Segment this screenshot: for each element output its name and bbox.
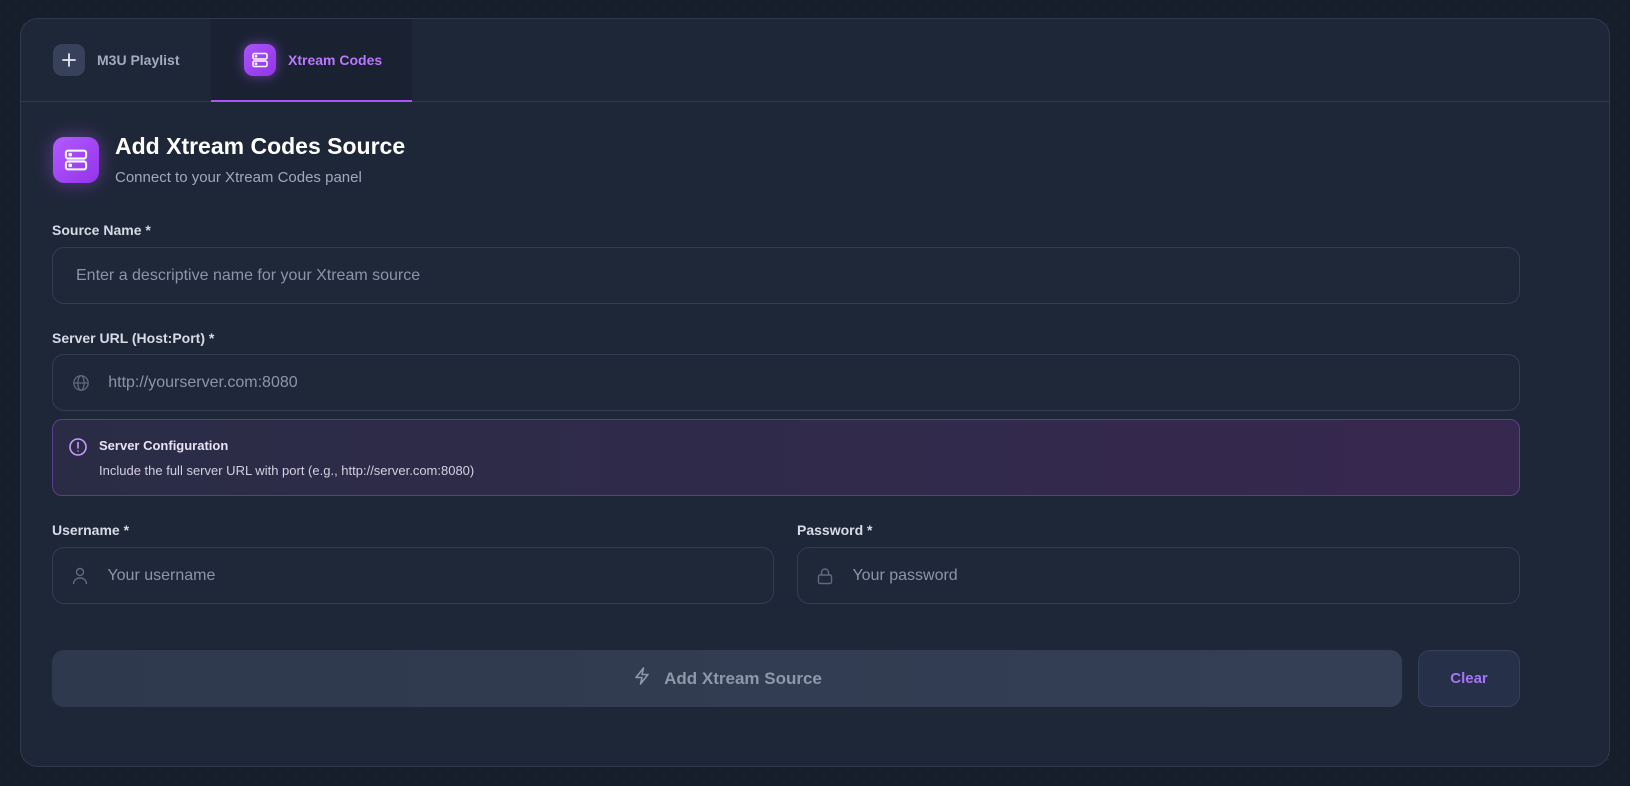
- server-icon: [53, 137, 99, 183]
- server-url-input[interactable]: [106, 372, 1519, 393]
- tab-xtream-label: Xtream Codes: [288, 52, 383, 68]
- page-subtitle: Connect to your Xtream Codes panel: [115, 169, 362, 186]
- page-title: Add Xtream Codes Source: [115, 133, 406, 159]
- server-icon: [244, 44, 276, 76]
- info-title: Server Configuration: [99, 438, 229, 453]
- username-field[interactable]: [52, 547, 774, 604]
- globe-icon: [71, 373, 90, 393]
- user-icon: [71, 566, 89, 586]
- add-xtream-source-label: Add Xtream Source: [664, 668, 822, 688]
- info-text: Include the full server URL with port (e…: [99, 463, 475, 478]
- lock-icon: [816, 566, 834, 586]
- server-url-field[interactable]: [52, 354, 1520, 411]
- password-field[interactable]: [797, 547, 1520, 604]
- source-name-label: Source Name *: [52, 222, 151, 238]
- clear-button[interactable]: Clear: [1418, 650, 1520, 707]
- info-circle-icon: [68, 437, 88, 462]
- plus-icon: [53, 44, 85, 76]
- source-type-tabs: M3U Playlist Xtream Codes: [21, 19, 1609, 102]
- source-name-field[interactable]: [52, 247, 1520, 304]
- form-header: Add Xtream Codes Source Connect to your …: [53, 133, 405, 186]
- username-label: Username *: [52, 522, 130, 538]
- tab-m3u-playlist[interactable]: M3U Playlist: [21, 19, 211, 101]
- tab-xtream-codes[interactable]: Xtream Codes: [211, 19, 412, 102]
- source-name-input[interactable]: [53, 265, 1519, 286]
- lightning-icon: [632, 666, 652, 691]
- username-input[interactable]: [105, 565, 773, 586]
- tab-m3u-label: M3U Playlist: [97, 52, 180, 68]
- password-label: Password *: [797, 522, 873, 538]
- add-source-card: M3U Playlist Xtream Codes Add Xtream Cod…: [20, 18, 1610, 767]
- server-config-info: Server Configuration Include the full se…: [52, 419, 1520, 496]
- server-url-label: Server URL (Host:Port) *: [52, 330, 215, 346]
- add-xtream-source-button[interactable]: Add Xtream Source: [52, 650, 1402, 707]
- password-input[interactable]: [850, 565, 1519, 586]
